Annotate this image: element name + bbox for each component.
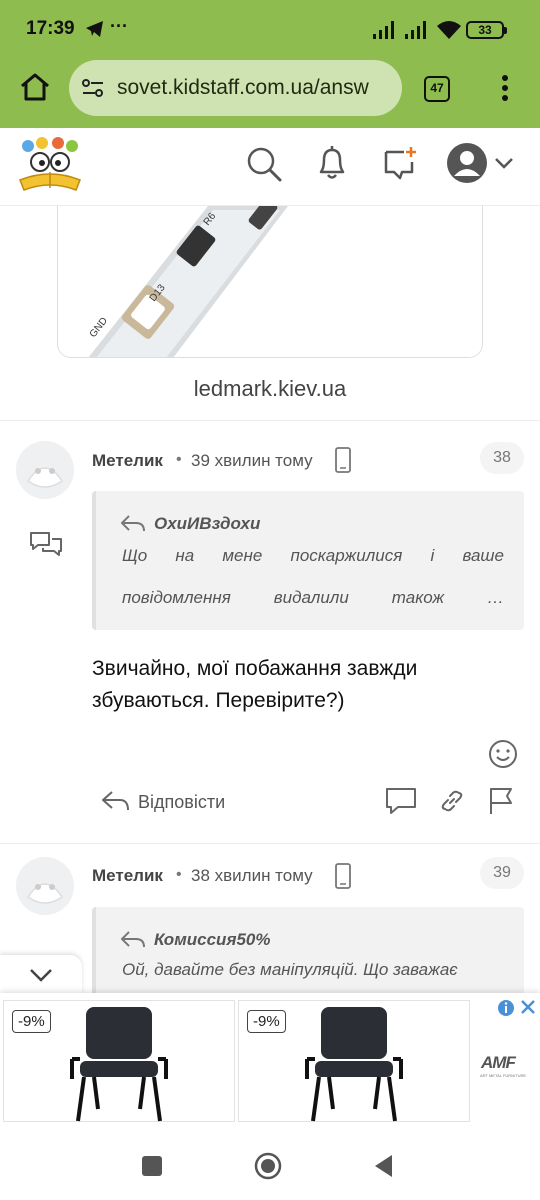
comment-body-line: збуваються. Перевірите?) xyxy=(92,689,345,712)
ad-product-card[interactable]: -9% xyxy=(238,1000,470,1122)
office-chair-image xyxy=(70,1007,168,1122)
site-logo[interactable] xyxy=(16,136,84,199)
quote-text-line: Ой, давайте без маніпуляцій. Що заважає xyxy=(122,960,458,979)
quote-text-line: повідомлення видалили також … xyxy=(122,588,504,607)
ad-product-card[interactable]: -9% xyxy=(3,1000,235,1122)
site-settings-icon[interactable] xyxy=(81,77,105,104)
mobile-device-icon xyxy=(334,447,352,478)
signal-icon xyxy=(372,20,398,45)
flag-icon[interactable] xyxy=(487,786,517,821)
address-bar[interactable]: sovet.kidstaff.com.ua/answ xyxy=(69,60,402,116)
menu-icon[interactable] xyxy=(500,73,510,108)
meta-separator: • xyxy=(176,451,182,468)
user-avatar-icon[interactable] xyxy=(446,142,488,189)
comment-author[interactable]: Метелик xyxy=(92,866,163,886)
divider xyxy=(0,420,540,421)
quote-text-line: Що на мене поскаржилися і ваше xyxy=(122,546,504,565)
avatar[interactable] xyxy=(16,857,74,915)
collapse-ad-button[interactable] xyxy=(0,955,82,995)
browser-toolbar: sovet.kidstaff.com.ua/answ 47 xyxy=(0,60,540,128)
post-number-badge[interactable]: 38 xyxy=(480,442,524,474)
reply-arrow-icon xyxy=(120,929,146,954)
image-caption: ledmark.kiev.ua xyxy=(193,376,347,401)
chevron-down-icon[interactable] xyxy=(494,156,514,174)
post-number-badge[interactable]: 39 xyxy=(480,857,524,889)
ad-brand-logo[interactable]: AMF xyxy=(481,1053,516,1073)
back-nav-icon[interactable] xyxy=(372,1153,394,1184)
search-icon[interactable] xyxy=(245,145,283,188)
divider xyxy=(0,843,540,844)
reply-icon[interactable] xyxy=(100,789,130,818)
emoji-reaction-icon[interactable] xyxy=(488,739,518,774)
ad-close-icon[interactable] xyxy=(519,998,537,1021)
quote-block: ОхиИВздохи Що на мене поскаржилися і ваш… xyxy=(92,491,524,630)
led-strip-image: R6 D13 GND xyxy=(58,206,482,357)
discount-badge: -9% xyxy=(247,1010,286,1033)
telegram-icon xyxy=(85,20,105,43)
status-time: 17:39 xyxy=(26,18,75,39)
attached-image[interactable]: R6 D13 GND xyxy=(57,206,483,358)
quote-author[interactable]: ОхиИВздохи xyxy=(154,514,260,534)
link-icon[interactable] xyxy=(438,787,466,820)
home-nav-icon[interactable] xyxy=(254,1152,282,1185)
comment-time: 39 хвилин тому xyxy=(191,451,313,470)
tab-switcher-button[interactable]: 47 xyxy=(424,76,450,102)
ad-banner[interactable]: -9% -9% AMF ART METAL FURNITURE xyxy=(0,993,540,1130)
discount-badge: -9% xyxy=(12,1010,51,1033)
home-icon[interactable] xyxy=(19,72,51,107)
reply-button[interactable]: Відповісти xyxy=(138,792,225,813)
avatar[interactable] xyxy=(16,441,74,499)
more-notifications-icon: ··· xyxy=(110,16,128,36)
comment-body-line: Звичайно, мої побажання завжди xyxy=(92,657,418,680)
comment-time: 38 хвилин тому xyxy=(191,866,313,885)
mobile-device-icon xyxy=(334,863,352,894)
meta-separator: • xyxy=(176,866,182,883)
ad-info-icon[interactable] xyxy=(497,999,515,1022)
conversation-icon[interactable] xyxy=(29,530,63,563)
bell-icon[interactable] xyxy=(315,144,349,187)
status-bar: 17:39 ··· 33 xyxy=(0,0,540,60)
chevron-down-icon xyxy=(29,967,53,988)
new-message-icon[interactable] xyxy=(382,144,420,187)
battery-indicator: 33 xyxy=(466,21,507,39)
office-chair-image xyxy=(305,1007,403,1122)
system-navigation-bar xyxy=(0,1130,540,1200)
wifi-icon xyxy=(436,19,462,46)
ad-brand-subtitle: ART METAL FURNITURE xyxy=(480,1073,527,1078)
url-text: sovet.kidstaff.com.ua/answ xyxy=(117,76,369,99)
signal-icon-2 xyxy=(404,20,430,45)
site-header xyxy=(0,128,540,206)
quote-block: Комиссия50% Ой, давайте без маніпуляцій.… xyxy=(92,907,524,997)
comment-icon[interactable] xyxy=(384,786,418,821)
comment-author[interactable]: Метелик xyxy=(92,451,163,471)
recent-apps-icon[interactable] xyxy=(141,1155,163,1182)
quote-author[interactable]: Комиссия50% xyxy=(154,930,270,950)
reply-arrow-icon xyxy=(120,513,146,538)
